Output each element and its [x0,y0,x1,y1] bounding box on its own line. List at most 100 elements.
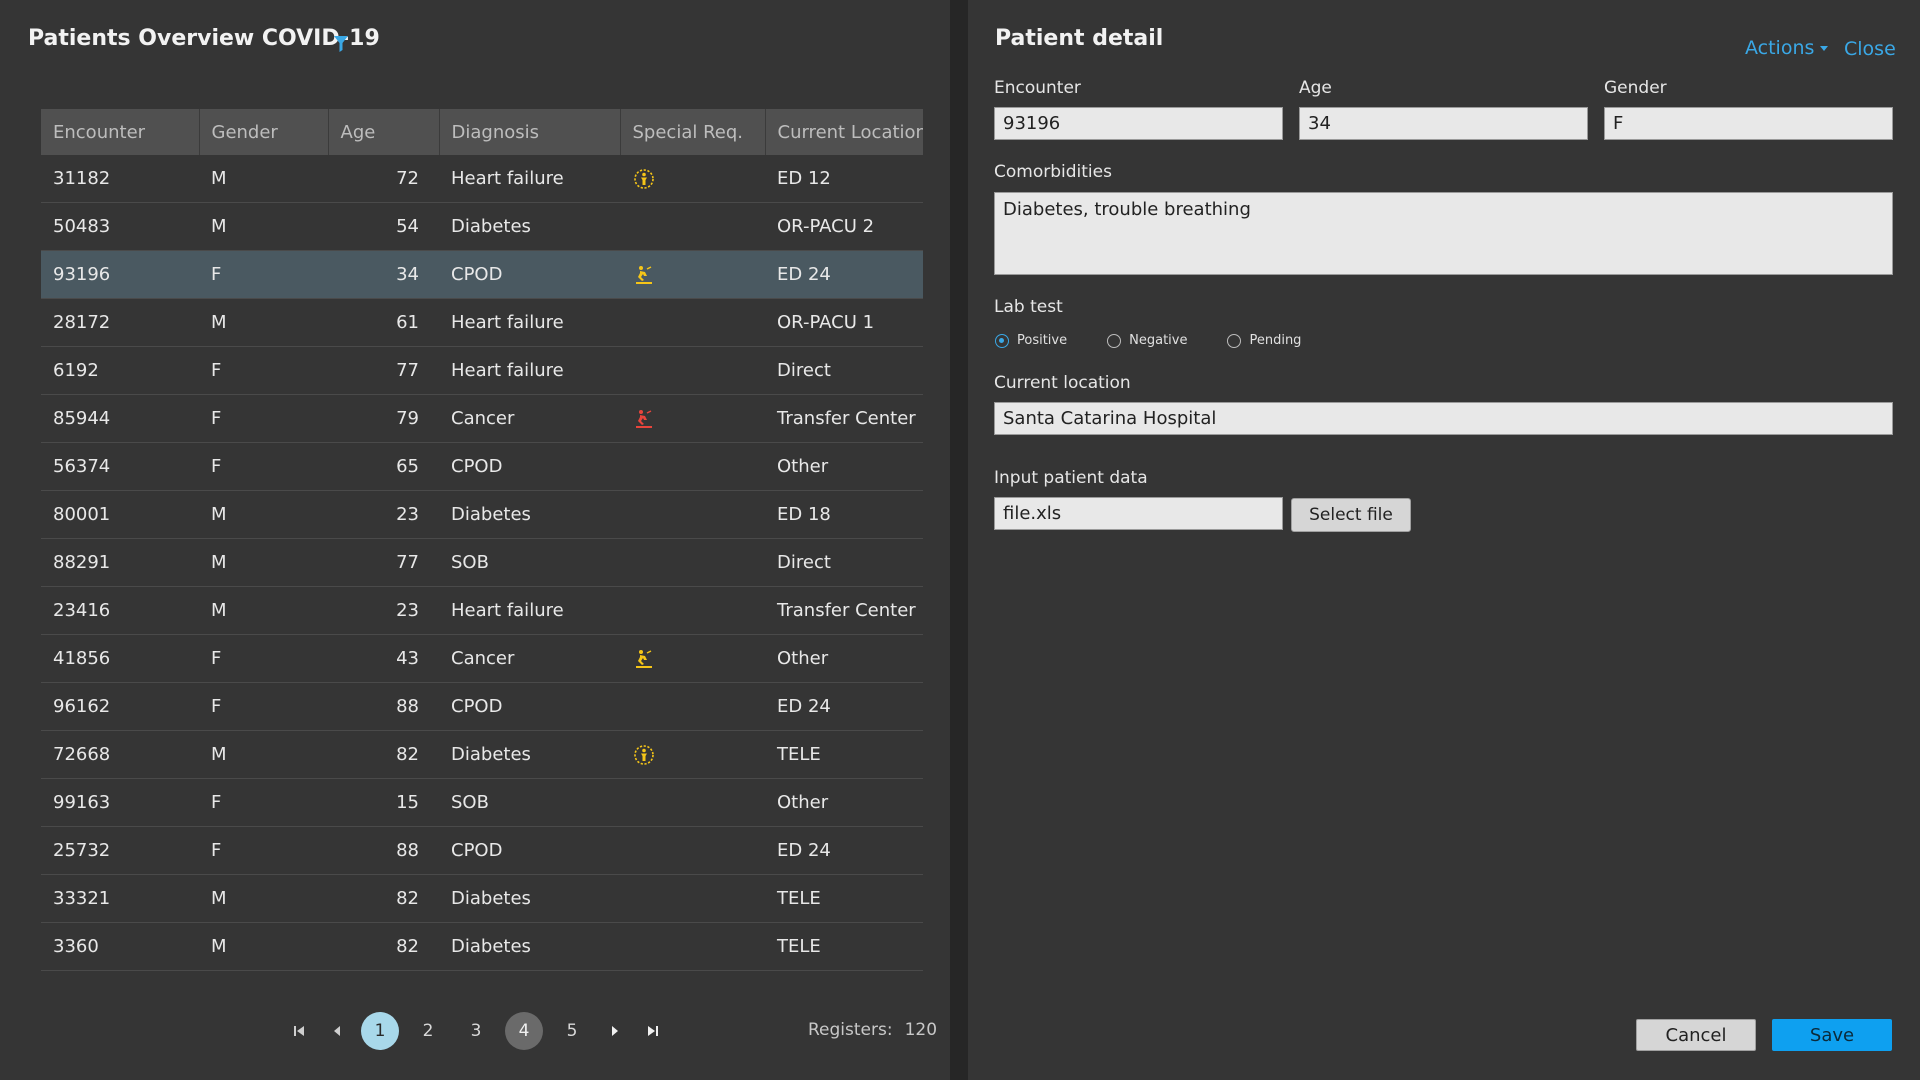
chevron-left-icon [334,1026,340,1036]
person-alert-icon [634,168,654,189]
cell-gender: F [199,346,328,395]
previous-page-button[interactable] [318,1013,356,1049]
cancel-button[interactable]: Cancel [1636,1019,1756,1051]
lab-test-radio-group: Positive Negative Pending [995,333,1341,348]
cell-diagnosis: Heart failure [439,155,620,203]
page-button-5[interactable]: 5 [553,1012,591,1050]
last-page-icon [648,1026,658,1036]
table-row[interactable]: 99163 F 15 SOB Other [41,778,923,827]
lab-test-pending-radio[interactable]: Pending [1227,333,1301,348]
column-header-diagnosis[interactable]: Diagnosis [439,109,621,155]
cell-encounter: 25732 [41,826,199,875]
cell-gender: M [199,298,328,347]
cell-gender: M [199,586,328,635]
cell-encounter: 72668 [41,730,199,779]
cell-age: 88 [328,826,439,875]
table-row[interactable]: 72668 M 82 Diabetes TELE [41,730,923,779]
cell-special-req [620,394,765,443]
column-header-age[interactable]: Age [328,109,440,155]
select-file-button[interactable]: Select file [1291,498,1411,532]
pagination: 1 2 3 4 5 [280,1012,672,1050]
cell-special-req [620,634,765,683]
cell-current-location: Direct [765,346,923,395]
cell-current-location: TELE [765,922,923,971]
encounter-field[interactable] [994,107,1283,140]
chevron-right-icon [612,1026,618,1036]
radio-label-pending: Pending [1249,333,1302,348]
page-button-1[interactable]: 1 [361,1012,399,1050]
file-name-field[interactable] [994,497,1283,530]
gender-field[interactable] [1604,107,1893,140]
table-row[interactable]: 85944 F 79 Cancer Transfer Center [41,394,923,443]
page-button-4[interactable]: 4 [505,1012,543,1050]
cell-special-req [620,490,765,539]
current-location-field[interactable] [994,402,1893,435]
lab-test-positive-radio[interactable]: Positive [995,333,1067,348]
column-header-encounter[interactable]: Encounter [41,109,200,155]
table-row[interactable]: 23416 M 23 Heart failure Transfer Center [41,586,923,635]
cell-gender: M [199,202,328,251]
table-row[interactable]: 96162 F 88 CPOD ED 24 [41,682,923,731]
table-row[interactable]: 41856 F 43 Cancer Other [41,634,923,683]
age-label: Age [1299,78,1332,98]
last-page-button[interactable] [634,1013,672,1049]
cell-special-req [620,826,765,875]
cell-encounter: 56374 [41,442,199,491]
cell-encounter: 85944 [41,394,199,443]
table-row[interactable]: 28172 M 61 Heart failure OR-PACU 1 [41,298,923,347]
cell-age: 77 [328,538,439,587]
cell-encounter: 99163 [41,778,199,827]
cell-age: 88 [328,682,439,731]
cell-gender: M [199,730,328,779]
close-link[interactable]: Close [1844,38,1896,60]
cell-gender: M [199,538,328,587]
table-row[interactable]: 31182 M 72 Heart failure ED 12 [41,155,923,203]
table-row[interactable]: 80001 M 23 Diabetes ED 18 [41,490,923,539]
table-row[interactable]: 56374 F 65 CPOD Other [41,442,923,491]
table-row[interactable]: 50483 M 54 Diabetes OR-PACU 2 [41,202,923,251]
cell-gender: F [199,682,328,731]
cell-diagnosis: Cancer [439,634,620,683]
fall-risk-red-icon [636,409,652,428]
cell-special-req [620,202,765,251]
table-row[interactable]: 6192 F 77 Heart failure Direct [41,346,923,395]
cell-diagnosis: SOB [439,778,620,827]
cell-special-req [620,778,765,827]
cell-diagnosis: Diabetes [439,490,620,539]
cell-diagnosis: Cancer [439,394,620,443]
page-button-2[interactable]: 2 [409,1012,447,1050]
registers-label: Registers: [808,1020,893,1040]
lab-test-negative-radio[interactable]: Negative [1107,333,1187,348]
table-row[interactable]: 33321 M 82 Diabetes TELE [41,874,923,923]
cell-encounter: 80001 [41,490,199,539]
cell-age: 77 [328,346,439,395]
actions-dropdown[interactable]: Actions [1745,37,1829,59]
table-row[interactable]: 93196 F 34 CPOD ED 24 [41,250,923,299]
column-header-gender[interactable]: Gender [199,109,329,155]
radio-unchecked-icon [1227,333,1242,348]
table-row[interactable]: 88291 M 77 SOB Direct [41,538,923,587]
patients-overview-panel: Patients Overview COVID-19 Encounter Gen… [0,0,950,1080]
comorbidities-label: Comorbidities [994,162,1112,182]
save-button[interactable]: Save [1772,1019,1892,1051]
fall-risk-icon [636,649,652,668]
column-header-current-location[interactable]: Current Location [765,109,923,155]
first-page-button[interactable] [280,1013,318,1049]
table-row[interactable]: 3360 M 82 Diabetes TELE [41,922,923,971]
column-header-special-req[interactable]: Special Req. [620,109,766,155]
cell-special-req [620,155,765,203]
page-button-3[interactable]: 3 [457,1012,495,1050]
cell-encounter: 96162 [41,682,199,731]
cell-gender: F [199,778,328,827]
radio-label-negative: Negative [1129,333,1188,348]
cell-encounter: 28172 [41,298,199,347]
input-patient-data-label: Input patient data [994,468,1148,488]
age-field[interactable] [1299,107,1588,140]
filter-icon[interactable] [334,36,348,52]
table-row[interactable]: 25732 F 88 CPOD ED 24 [41,826,923,875]
cell-age: 82 [328,730,439,779]
page-title: Patients Overview COVID-19 [28,26,380,51]
comorbidities-field[interactable]: Diabetes, trouble breathing [994,192,1893,275]
cell-special-req [620,730,765,779]
next-page-button[interactable] [596,1013,634,1049]
